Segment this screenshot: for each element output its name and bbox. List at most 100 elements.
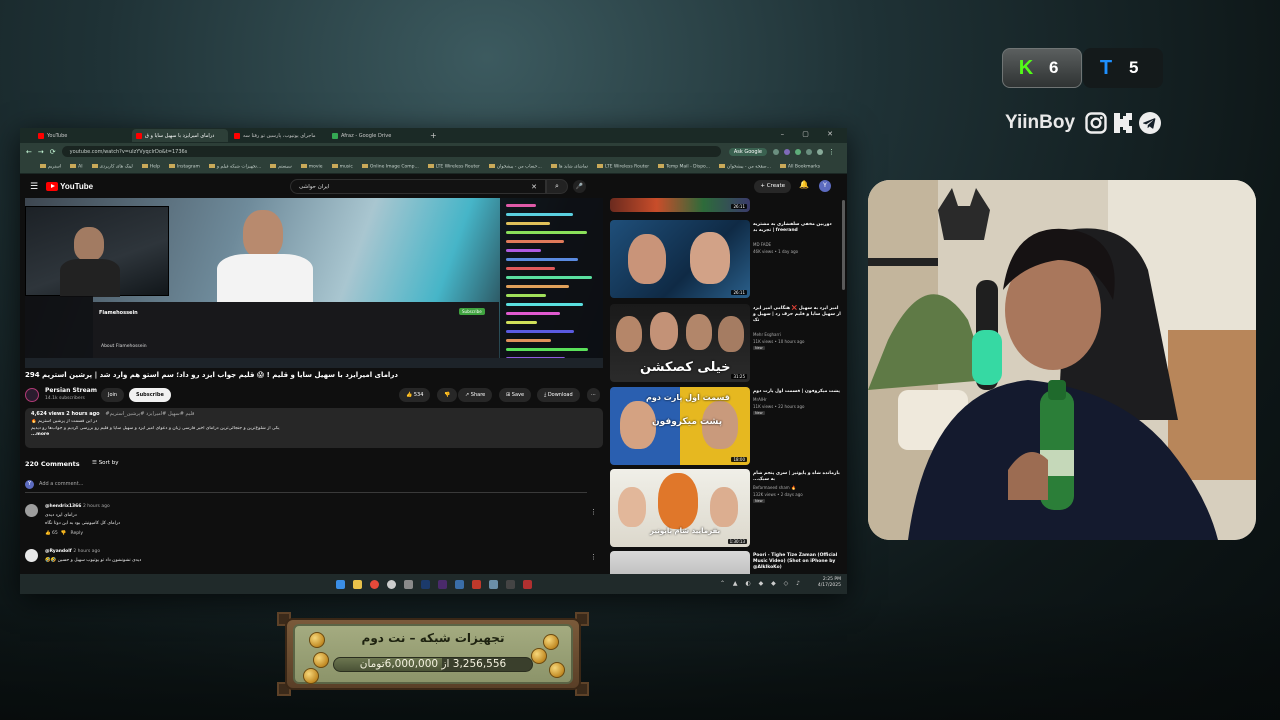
comment-menu-icon[interactable]: ⋮	[590, 508, 597, 516]
recommendation-title[interactable]: Poori - Tighe Tize Zaman (Official Music…	[753, 553, 841, 571]
recommendation-channel[interactable]: MD FADE	[753, 242, 771, 247]
file-explorer-icon[interactable]	[352, 579, 362, 589]
browser-tab-google-drive[interactable]: Afraz - Google Drive	[328, 129, 424, 142]
account-avatar[interactable]: Y	[819, 180, 831, 192]
extension-icon[interactable]	[784, 148, 790, 155]
photoshop-icon[interactable]	[420, 579, 430, 589]
recommendation-channel[interactable]: MrAlHr	[753, 397, 767, 402]
ask-google-button[interactable]: Ask Google	[728, 147, 767, 156]
bookmark-item[interactable]: Online Image Comp...	[361, 163, 419, 169]
channel-name[interactable]: Persian Stream	[45, 387, 97, 394]
sort-by-button[interactable]: ☰ Sort by	[92, 460, 118, 466]
video-description[interactable]: 4,624 views 2 hours ago #قلیم #سهیل #امی…	[25, 408, 603, 448]
comment-author[interactable]: @hendrix1366 2 hours ago	[45, 504, 110, 509]
bookmark-item[interactable]: تجهیزات شبکه فیلم و...	[208, 163, 261, 169]
bookmark-item[interactable]: Instagram	[168, 163, 200, 169]
recommendation-channel[interactable]: Befarmaeed sham 🔥	[753, 485, 796, 490]
system-tray-icons[interactable]: ⌃ ▲ ◐ ◆ ◆ ◇ ♪	[720, 580, 803, 587]
commenter-avatar[interactable]	[25, 549, 38, 562]
extension-icon[interactable]	[806, 148, 812, 155]
video-thumbnail[interactable]	[610, 551, 750, 574]
bookmark-item[interactable]: LTE Wireless Router	[427, 163, 480, 169]
app-icon[interactable]	[403, 579, 413, 589]
save-button[interactable]: ⊞ Save	[499, 388, 532, 402]
comment-author[interactable]: @Ryandolf 2 hours ago	[45, 549, 100, 554]
app-icon[interactable]	[471, 579, 481, 589]
subscribe-button[interactable]: Subscribe	[129, 388, 171, 402]
recommendation-item[interactable]: خیلی کصکشن 31:25 امیر ایزد به سهیل ❌ هنگ…	[610, 304, 842, 384]
recommendation-title[interactable]: امیر ایزد به سهیل ❌ هنگامی امیر ایزد از …	[753, 306, 841, 324]
window-controls[interactable]: – ▢ ✕	[781, 130, 841, 138]
recommendation-channel[interactable]: Mehr Esgharri	[753, 332, 781, 337]
share-button[interactable]: ↗ Share	[458, 388, 493, 402]
page-scrollbar[interactable]	[842, 200, 845, 290]
recommendation-item[interactable]: بفرمایید شام پاپوتیر 1:30:13 بازمانده شا…	[610, 469, 842, 549]
video-thumbnail[interactable]: قسمت اول پارت دوم پشت میکروفون 18:00	[610, 387, 750, 465]
video-player[interactable]: Flamehossein Subscribe About Flamehossei…	[25, 198, 603, 368]
bookmark-item[interactable]: LTE Wireless Router	[597, 163, 649, 169]
bookmark-item[interactable]: استریم	[40, 163, 61, 169]
extension-icon[interactable]	[773, 148, 779, 155]
browser-tab-video-2[interactable]: ماجرای یوتیوب، پارسین تو رفتا سه	[230, 129, 326, 142]
search-icon[interactable]: ⌕	[546, 179, 568, 194]
new-tab-button[interactable]: +	[430, 131, 437, 140]
clear-search-icon[interactable]: ✕	[531, 183, 537, 191]
app-icon[interactable]	[454, 579, 464, 589]
bookmark-item[interactable]: حساب من - پیشخوان...	[488, 163, 542, 169]
bookmark-item[interactable]: Help	[141, 163, 160, 169]
bookmark-item[interactable]: music	[331, 163, 353, 169]
download-button[interactable]: ⤓ Download	[537, 388, 580, 402]
app-icon[interactable]	[386, 579, 396, 589]
premiere-icon[interactable]	[437, 579, 447, 589]
bookmark-item[interactable]: AI	[70, 163, 83, 169]
like-button[interactable]: 👍 534	[399, 388, 431, 402]
add-comment-input[interactable]: Y Add a comment...	[25, 480, 587, 493]
menu-kebab-icon[interactable]: ⋮	[828, 148, 835, 156]
microphone-icon[interactable]: 🎤	[573, 180, 586, 193]
bookmark-item[interactable]: لینک های کاربردی	[91, 163, 133, 169]
recommendation-item[interactable]: 26:11 دوربین مخفی سلفشاری به مشتریه free…	[610, 220, 842, 300]
app-icon[interactable]	[522, 579, 532, 589]
video-thumbnail[interactable]: 26:11	[610, 220, 750, 298]
video-thumbnail[interactable]: خیلی کصکشن 31:25	[610, 304, 750, 382]
system-clock[interactable]: 2:25 PM 4/17/2025	[818, 577, 841, 589]
search-input[interactable]: ایران حواشی ✕	[290, 179, 546, 194]
extension-icon[interactable]	[795, 148, 801, 155]
browser-tab-current-video[interactable]: درامای امیرایزد با سهیل سایا و ق	[132, 129, 228, 142]
more-actions-icon[interactable]: ⋯	[587, 388, 600, 402]
address-bar[interactable]: youtube.com/watch?v=uIzYVyqcIrDo&t=1736s	[61, 146, 721, 157]
hashtags[interactable]: #قلیم #سهیل #امیرایزد #پرشین_استریم	[105, 411, 194, 417]
forward-icon[interactable]: →	[38, 148, 44, 156]
join-button[interactable]: Join	[101, 388, 125, 402]
profile-icon[interactable]	[817, 148, 823, 155]
bookmark-item[interactable]: صفحه من - پیشخوان...	[719, 163, 771, 169]
bookmark-item[interactable]: Temp Mail - Dispo...	[658, 163, 710, 169]
reload-icon[interactable]: ⟳	[50, 148, 56, 156]
recommendation-item[interactable]: قسمت اول پارت دوم پشت میکروفون 18:00 پشت…	[610, 387, 842, 467]
reply-button[interactable]: Reply	[71, 531, 83, 536]
video-thumbnail[interactable]: بفرمایید شام پاپوتیر 1:30:13	[610, 469, 750, 547]
app-icon[interactable]	[505, 579, 515, 589]
commenter-avatar[interactable]	[25, 504, 38, 517]
video-thumbnail[interactable]: 26:11	[610, 198, 750, 212]
recommendation-title[interactable]: بازمانده شاه و پاپوتیر | سری پنجم شام به…	[753, 471, 841, 483]
windows-start-icon[interactable]	[335, 579, 345, 589]
youtube-logo[interactable]: YouTube	[46, 182, 93, 191]
bookmark-item[interactable]: All Bookmarks	[779, 163, 820, 169]
channel-avatar[interactable]	[25, 388, 39, 402]
app-icon[interactable]	[488, 579, 498, 589]
recommendation-title[interactable]: دوربین مخفی سلفشاری به مشتریه freerand |…	[753, 222, 841, 234]
comment-menu-icon[interactable]: ⋮	[590, 553, 597, 561]
browser-tab-youtube[interactable]: YouTube	[34, 129, 130, 142]
recommendation-title[interactable]: پشت میکروفون | قسمت اول پارت دوم	[753, 389, 841, 395]
hamburger-menu-icon[interactable]: ☰	[30, 182, 38, 192]
chrome-icon[interactable]	[369, 579, 379, 589]
dislike-button[interactable]: 👎	[437, 388, 458, 402]
recommendation-item[interactable]: Poori - Tighe Tize Zaman (Official Music…	[610, 551, 842, 574]
bookmark-item[interactable]: سیستم	[270, 163, 292, 169]
bookmark-item[interactable]: تماشای شاید ها	[550, 163, 588, 169]
back-icon[interactable]: ←	[26, 148, 32, 156]
more-link[interactable]: ...more	[31, 432, 597, 437]
create-button[interactable]: + Create	[754, 180, 791, 193]
recommendation-item[interactable]: 26:11	[610, 198, 842, 212]
